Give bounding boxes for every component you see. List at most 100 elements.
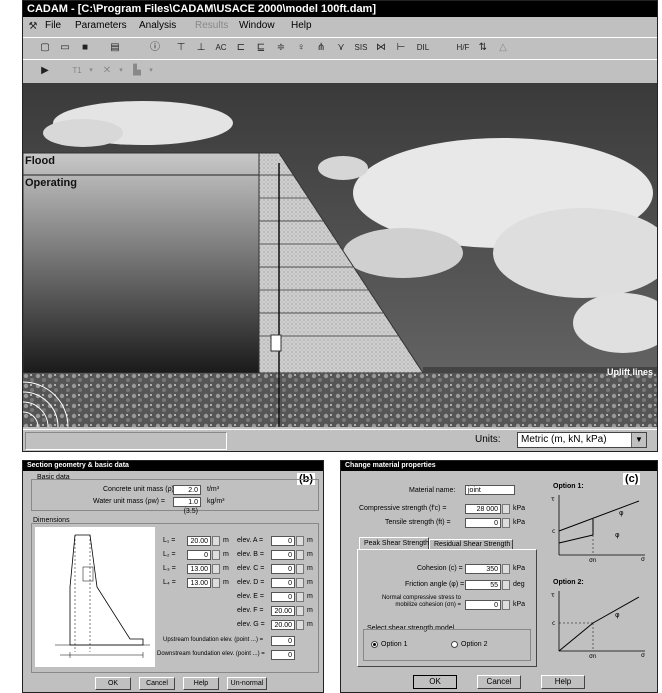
materials-icon[interactable]: ⊥ bbox=[193, 40, 209, 56]
elev-b-input[interactable]: 0 bbox=[271, 550, 295, 560]
water-mass-input[interactable]: 1.0 (3.5) bbox=[173, 497, 201, 515]
chevron-down-icon[interactable]: ▼ bbox=[631, 433, 646, 447]
compressive-unit: kPa bbox=[513, 505, 526, 512]
lift-joints-icon[interactable]: ⊏ bbox=[233, 40, 249, 56]
drainage-icon[interactable]: ≑ bbox=[273, 40, 289, 56]
concrete-mass-input[interactable]: 2.0 bbox=[173, 485, 201, 495]
ok-button[interactable]: OK bbox=[95, 677, 131, 690]
ok-button[interactable]: OK bbox=[413, 675, 457, 689]
menu-help[interactable]: Help bbox=[291, 19, 312, 33]
ice-icon[interactable]: ⋔ bbox=[313, 40, 329, 56]
spinner-icon[interactable] bbox=[296, 536, 304, 546]
normal-stress-input[interactable]: 0 bbox=[465, 600, 501, 610]
chevron-down-icon[interactable]: ▾ bbox=[143, 63, 159, 79]
menu-results[interactable]: Results bbox=[195, 19, 228, 33]
floor-icon[interactable]: ⊢ bbox=[393, 40, 409, 56]
elev-e-unit: m bbox=[307, 593, 313, 600]
water-mass-unit: kg/m³ bbox=[207, 498, 225, 505]
friction-angle-unit: deg bbox=[513, 581, 525, 588]
section-dialog-title: Section geometry & basic data bbox=[27, 462, 129, 469]
run-icon[interactable]: ▶ bbox=[37, 63, 53, 79]
compressive-strength-input[interactable]: 28 000 bbox=[465, 504, 501, 514]
spinner-icon[interactable] bbox=[502, 518, 510, 528]
spinner-icon[interactable] bbox=[296, 592, 304, 602]
seismic-icon[interactable]: ⋎ bbox=[333, 40, 349, 56]
tensile-strength-input[interactable]: 0 bbox=[465, 518, 501, 528]
l1-input[interactable]: 20.00 bbox=[187, 536, 211, 546]
spinner-icon[interactable] bbox=[502, 580, 510, 590]
elev-d-label: elev. D = bbox=[237, 579, 265, 586]
menu-parameters[interactable]: Parameters bbox=[75, 19, 127, 33]
chevron-down-icon[interactable]: ▾ bbox=[83, 63, 99, 79]
l3-input[interactable]: 13.00 bbox=[187, 564, 211, 574]
svg-text:σn: σn bbox=[589, 653, 597, 659]
upstream-foundation-input[interactable]: 0 bbox=[271, 636, 295, 646]
help-button[interactable]: Help bbox=[183, 677, 219, 690]
post-seismic-icon[interactable]: ⋈ bbox=[373, 40, 389, 56]
menu-bar: ⚒ File Parameters Analysis Results Windo… bbox=[23, 19, 657, 35]
elev-e-input[interactable]: 0 bbox=[271, 592, 295, 602]
svg-text:σ: σ bbox=[641, 652, 645, 659]
spinner-icon[interactable] bbox=[502, 564, 510, 574]
ac-icon[interactable]: AC bbox=[213, 40, 229, 56]
spinner-icon[interactable] bbox=[296, 620, 304, 630]
elev-a-unit: m bbox=[307, 537, 313, 544]
status-bar: Units: Metric (m, kN, kPa) ▼ bbox=[23, 429, 657, 452]
un-normal-button[interactable]: Un-normal bbox=[227, 677, 267, 690]
menu-analysis[interactable]: Analysis bbox=[139, 19, 176, 33]
elev-d-input[interactable]: 0 bbox=[271, 578, 295, 588]
spinner-icon[interactable] bbox=[296, 578, 304, 588]
option1-radio[interactable] bbox=[371, 641, 378, 648]
spinner-icon[interactable] bbox=[212, 564, 220, 574]
open-file-icon[interactable]: ▭ bbox=[57, 40, 73, 56]
chevron-down-icon[interactable]: ▾ bbox=[113, 63, 129, 79]
spinner-icon[interactable] bbox=[212, 536, 220, 546]
compressive-strength-label: Compressive strength (f'c) = bbox=[359, 505, 447, 512]
section-geometry-dialog: Section geometry & basic data (b) Basic … bbox=[22, 460, 324, 693]
spinner-icon[interactable] bbox=[296, 564, 304, 574]
downstream-foundation-input[interactable]: 0 bbox=[271, 650, 295, 660]
pressure-icon[interactable]: ♀ bbox=[293, 40, 309, 56]
arrows-icon[interactable]: ⇅ bbox=[475, 40, 491, 56]
dam-section-diagram bbox=[35, 527, 155, 667]
concrete-mass-unit: t/m³ bbox=[207, 486, 220, 493]
dam-scene: Flood Operating Uplift lines bbox=[23, 83, 657, 427]
l2-input[interactable]: 0 bbox=[187, 550, 211, 560]
hf-icon[interactable]: H/F bbox=[455, 40, 471, 56]
geometry-icon[interactable]: ⊤ bbox=[173, 40, 189, 56]
spinner-icon[interactable] bbox=[502, 600, 510, 610]
spinner-icon[interactable] bbox=[296, 550, 304, 560]
cohesion-input[interactable]: 350 bbox=[465, 564, 501, 574]
elev-c-unit: m bbox=[307, 565, 313, 572]
info-icon[interactable]: ⓘ bbox=[147, 40, 163, 56]
crack-icon[interactable]: ⊑ bbox=[253, 40, 269, 56]
elev-c-input[interactable]: 0 bbox=[271, 564, 295, 574]
spinner-icon[interactable] bbox=[296, 606, 304, 616]
tab-peak-shear-label: Peak Shear Strength bbox=[364, 540, 429, 547]
menu-file[interactable]: File bbox=[45, 19, 61, 33]
elev-a-input[interactable]: 0 bbox=[271, 536, 295, 546]
spinner-icon[interactable] bbox=[212, 550, 220, 560]
menu-window[interactable]: Window bbox=[239, 19, 275, 33]
triangle-icon[interactable]: △ bbox=[495, 40, 511, 56]
cancel-button[interactable]: Cancel bbox=[477, 675, 521, 689]
cancel-button[interactable]: Cancel bbox=[139, 677, 175, 690]
save-icon[interactable]: ■ bbox=[77, 40, 93, 56]
friction-angle-label: Friction angle (φ) = bbox=[405, 581, 465, 588]
spinner-icon[interactable] bbox=[212, 578, 220, 588]
elev-g-input[interactable]: 20.00 bbox=[271, 620, 295, 630]
print-icon[interactable]: ▤ bbox=[107, 40, 123, 56]
units-select[interactable]: Metric (m, kN, kPa) ▼ bbox=[517, 432, 647, 448]
main-title: CADAM - [C:\Program Files\CADAM\USACE 20… bbox=[27, 3, 377, 15]
option1-graph-title: Option 1: bbox=[553, 483, 584, 490]
material-name-input[interactable]: joint bbox=[465, 485, 515, 495]
spinner-icon[interactable] bbox=[502, 504, 510, 514]
sis-icon[interactable]: SIS bbox=[353, 40, 369, 56]
option2-radio[interactable] bbox=[451, 641, 458, 648]
friction-angle-input[interactable]: 55 bbox=[465, 580, 501, 590]
help-button[interactable]: Help bbox=[541, 675, 585, 689]
elev-f-input[interactable]: 20.00 bbox=[271, 606, 295, 616]
l4-input[interactable]: 13.00 bbox=[187, 578, 211, 588]
dil-icon[interactable]: DIL bbox=[415, 40, 431, 56]
new-file-icon[interactable]: ▢ bbox=[37, 40, 53, 56]
